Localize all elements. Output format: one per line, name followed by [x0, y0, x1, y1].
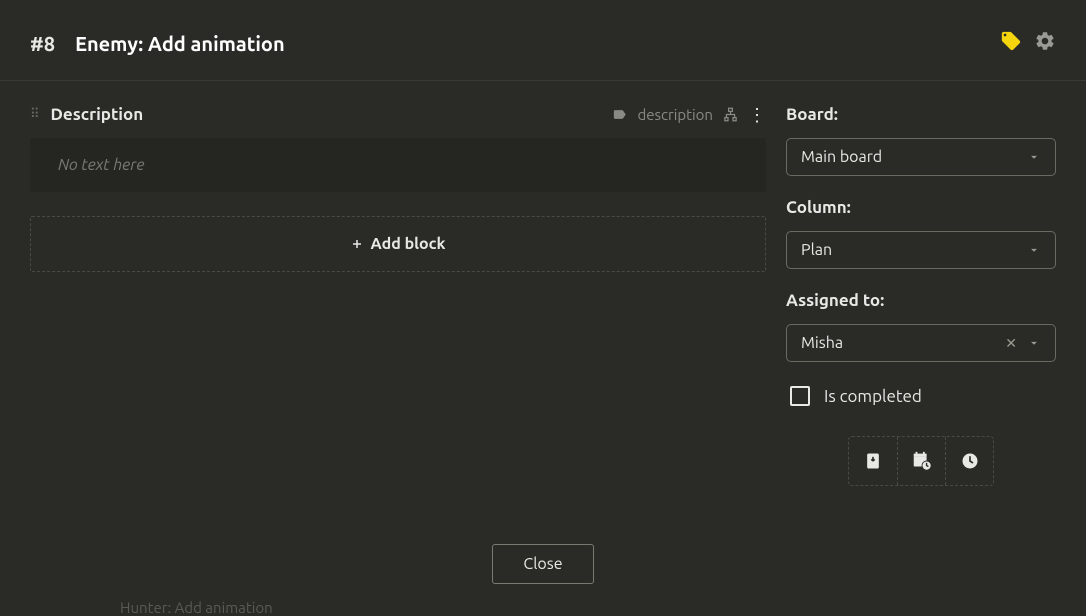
issue-title: Enemy: Add animation [75, 32, 1000, 55]
dialog-content: ⠿ Description description ⋮ [0, 81, 1086, 520]
description-meta: description ⋮ [612, 106, 766, 124]
column-value: Plan [801, 241, 1027, 259]
header-icons [1000, 30, 1056, 56]
completed-checkbox[interactable] [790, 386, 810, 406]
assigned-value: Misha [801, 334, 1005, 352]
sitemap-icon[interactable] [723, 107, 738, 122]
deadline-button[interactable] [897, 437, 945, 485]
gear-icon[interactable] [1034, 30, 1056, 56]
description-input[interactable]: No text here [30, 138, 766, 192]
action-icon-row [848, 436, 994, 486]
close-button[interactable]: Close [492, 544, 593, 584]
chevron-down-icon [1027, 150, 1041, 164]
board-value: Main board [801, 148, 1027, 166]
completed-row[interactable]: Is completed [786, 384, 1056, 408]
assigned-select[interactable]: Misha ✕ [786, 324, 1056, 362]
add-block-label: Add block [371, 235, 446, 253]
tag-icon[interactable] [1000, 30, 1022, 56]
completed-label: Is completed [824, 387, 922, 406]
main-column: ⠿ Description description ⋮ [30, 105, 766, 520]
background-peek: Hunter: Add animation [120, 599, 273, 616]
time-button[interactable] [945, 437, 993, 485]
card-dialog: #8 Enemy: Add animation ⠿ Description [0, 0, 1086, 614]
calendar-clock-icon [911, 450, 933, 472]
column-select[interactable]: Plan [786, 231, 1056, 269]
add-block-button[interactable]: Add block [30, 216, 766, 272]
chevron-down-icon [1027, 336, 1041, 350]
board-label: Board: [786, 105, 1056, 124]
attachment-button[interactable] [849, 437, 897, 485]
label-icon [612, 107, 627, 122]
assigned-label: Assigned to: [786, 291, 1056, 310]
description-placeholder: No text here [58, 156, 144, 174]
clock-icon [960, 451, 980, 471]
dialog-header: #8 Enemy: Add animation [0, 0, 1086, 81]
drag-handle-icon[interactable]: ⠿ [30, 107, 41, 122]
issue-number: #8 [30, 32, 55, 55]
chevron-down-icon [1027, 243, 1041, 257]
description-title: Description [51, 105, 613, 124]
attachment-icon [863, 451, 883, 471]
side-column: Board: Main board Column: Plan Assigned … [786, 105, 1056, 520]
description-header: ⠿ Description description ⋮ [30, 105, 766, 124]
column-label: Column: [786, 198, 1056, 217]
plus-icon [351, 238, 363, 250]
description-meta-label: description [637, 106, 713, 123]
board-select[interactable]: Main board [786, 138, 1056, 176]
clear-icon[interactable]: ✕ [1005, 335, 1017, 352]
more-icon[interactable]: ⋮ [748, 106, 766, 124]
